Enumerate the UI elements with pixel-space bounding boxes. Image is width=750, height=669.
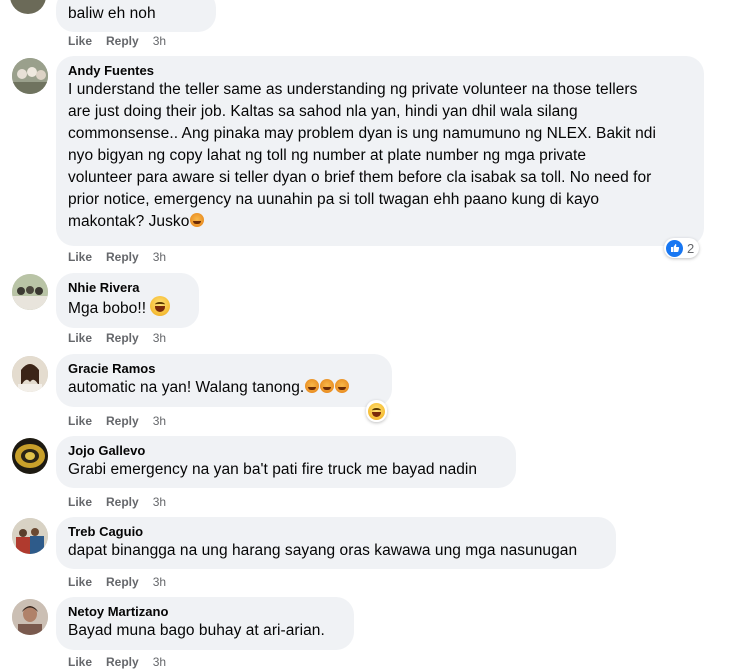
comment-bubble: Gracie Ramos automatic na yan! Walang ta… [56,354,392,407]
like-button[interactable]: Like [68,250,92,264]
rofl-emoji-icon [190,213,205,227]
comment-actions: Like Reply 3h [68,34,180,48]
comment-text: dapat binangga na ung harang sayang oras… [68,542,578,559]
comment-bubble: Nhie Rivera Mga bobo!! [56,273,199,328]
comment-time[interactable]: 3h [153,575,166,589]
avatar[interactable] [12,58,48,94]
reply-button[interactable]: Reply [106,34,139,48]
comment-time[interactable]: 3h [153,495,166,509]
commenter-name[interactable]: Nhie Rivera [68,280,187,296]
comment-time[interactable]: 3h [153,331,166,345]
comment-bubble: Treb Caguio dapat binangga na ung harang… [56,517,616,569]
comment-time[interactable]: 3h [153,655,166,669]
reaction-summary[interactable]: 2 [664,238,700,258]
avatar-image [12,356,48,392]
comment-text: baliw eh noh [68,5,156,22]
comment-line: nyo bigyan ng copy lahat ng toll ng numb… [68,147,587,164]
comment-actions: Like Reply 3h [68,250,180,264]
comment-time[interactable]: 3h [153,34,166,48]
commenter-name[interactable]: Jojo Gallevo [68,443,504,459]
comment-actions: Like Reply 3h [68,575,180,589]
comment-text: Grabi emergency na yan ba't pati fire tr… [68,461,478,478]
comment-time[interactable]: 3h [153,250,166,264]
commenter-name[interactable]: Netoy Martizano [68,604,342,620]
reply-button[interactable]: Reply [106,495,139,509]
commenter-name[interactable]: Gracie Ramos [68,361,380,377]
comment-line: are just doing their job. Kaltas sa saho… [68,103,578,120]
like-button[interactable]: Like [68,34,92,48]
like-button[interactable]: Like [68,575,92,589]
avatar-image [12,438,48,474]
like-reaction-icon [666,239,683,257]
comment-text-row: automatic na yan! Walang tanong. [68,377,380,399]
comment-bubble: Jojo Gallevo Grabi emergency na yan ba't… [56,436,516,488]
reply-button[interactable]: Reply [106,414,139,428]
comment-bubble: Andy Fuentes I understand the teller sam… [56,56,704,246]
rofl-emoji-icon [320,379,335,393]
comment-text: Bayad muna bago buhay at ari-arian. [68,622,325,639]
avatar[interactable] [12,599,48,635]
reaction-count: 2 [687,240,695,256]
avatar[interactable] [10,0,46,14]
like-button[interactable]: Like [68,495,92,509]
reply-button[interactable]: Reply [106,331,139,345]
commenter-name[interactable]: Andy Fuentes [68,63,692,79]
commenter-name[interactable]: Treb Caguio [68,524,604,540]
reply-button[interactable]: Reply [106,575,139,589]
avatar[interactable] [12,518,48,554]
comment-line: makontak? Jusko [68,213,190,230]
comment-line: I understand the teller same as understa… [68,81,638,98]
avatar-image [12,599,48,635]
comment-actions: Like Reply 3h [68,495,180,509]
reaction-summary[interactable] [366,400,387,422]
comment-text: automatic na yan! Walang tanong. [68,379,305,396]
avatar[interactable] [12,356,48,392]
reply-button[interactable]: Reply [106,250,139,264]
comment-line-last: makontak? Jusko [68,211,692,233]
laughing-emoji-icon [150,296,171,316]
comment-actions: Like Reply 3h [68,655,180,669]
avatar[interactable] [12,274,48,310]
comment-text-row: Mga bobo!! [68,296,187,320]
like-button[interactable]: Like [68,331,92,345]
avatar-image [12,274,48,310]
rofl-emoji-icon [335,379,350,393]
avatar-image [12,58,48,94]
comment-bubble: baliw eh noh [56,0,216,32]
comment-actions: Like Reply 3h [68,414,180,428]
avatar[interactable] [12,438,48,474]
rofl-emoji-icon [305,379,320,393]
comment-line: volunteer para aware si teller dyan o br… [68,169,652,186]
reply-button[interactable]: Reply [106,655,139,669]
haha-reaction-icon [368,402,385,420]
avatar-image [12,518,48,554]
comment-text: Mga bobo!! [68,300,147,317]
comment-time[interactable]: 3h [153,414,166,428]
comment-actions: Like Reply 3h [68,331,180,345]
like-button[interactable]: Like [68,414,92,428]
comment-bubble: Netoy Martizano Bayad muna bago buhay at… [56,597,354,650]
comment-line: commonsense.. Ang pinaka may problem dya… [68,125,656,142]
comment-line: prior notice, emergency na uunahin pa si… [68,191,600,208]
like-button[interactable]: Like [68,655,92,669]
